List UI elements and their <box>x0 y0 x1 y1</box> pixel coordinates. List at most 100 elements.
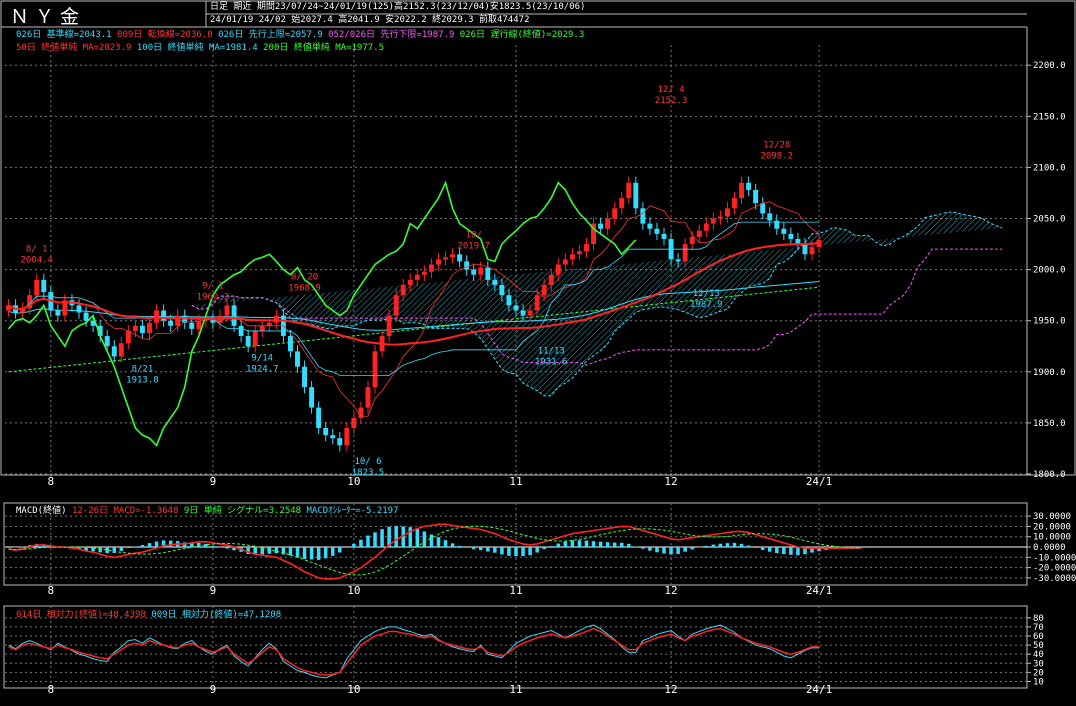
candle-body <box>520 310 526 316</box>
candle-body <box>132 325 138 331</box>
price-y-label: 1850.0 <box>1033 419 1066 429</box>
candle-body <box>661 233 667 239</box>
candle-body <box>147 322 152 333</box>
candle-body <box>41 279 47 293</box>
candle-body <box>541 284 547 296</box>
candle-body <box>189 322 195 329</box>
candle-body <box>513 305 519 311</box>
x-tick-label: 11 <box>509 475 522 488</box>
macd-y-label: -30.0000 <box>1033 574 1076 584</box>
candle-body <box>302 366 308 388</box>
candle-body <box>231 305 237 326</box>
price-annotation: 10/ <box>466 231 482 241</box>
candle-body <box>337 438 343 446</box>
price-annotation: 1968.9 <box>288 283 321 293</box>
candle-body <box>703 223 709 231</box>
candle-body <box>654 228 660 234</box>
candle-body <box>450 254 456 258</box>
macd-y-label: 0.0000 <box>1033 543 1066 553</box>
price-annotation: 8/ 20 <box>291 272 318 282</box>
candle-body <box>414 274 420 280</box>
candle-body <box>309 387 315 408</box>
price-annotation: 1960.2 <box>197 292 230 302</box>
legend1-item-2: 026日 先行上限=2057.9 <box>218 30 329 40</box>
candle-body <box>753 189 759 204</box>
page-title: ＮＹ金 <box>10 6 86 28</box>
rsi-y-label: 10 <box>1033 677 1044 687</box>
header-line2: 24/01/19 24/02 始2027.4 高2041.9 安2022.2 終… <box>210 15 530 25</box>
price-annotation: 1987.9 <box>690 300 723 310</box>
candle-body <box>365 387 371 408</box>
x-tick-label: 9 <box>210 475 217 488</box>
candle-body <box>266 322 272 326</box>
x-tick-label: 10 <box>347 683 360 696</box>
candle-body <box>393 295 399 316</box>
price-annotation: 2004.4 <box>20 255 53 265</box>
macd-y-label: 20.0000 <box>1033 522 1071 532</box>
header-period: 日足 期近 期間23/07/24~24/01/19(125)高2152.3(23… <box>210 2 585 13</box>
price-annotation: 12/ 4 <box>658 85 685 95</box>
legend1-item-0: 026日 基準線=2043.1 <box>16 30 118 40</box>
rsi-legend-item-0: 014日 相対力(終値)=48.4398 <box>16 610 152 620</box>
candle-body <box>154 310 160 323</box>
candle-body <box>428 264 434 272</box>
candle-body <box>739 182 745 199</box>
macd-y-label: 10.0000 <box>1033 533 1071 543</box>
price-annotation: 11/13 <box>538 347 565 357</box>
candle-body <box>781 228 787 234</box>
candle-body <box>534 295 540 311</box>
price-annotation: 8/ 1 <box>26 244 48 254</box>
candle-body <box>386 315 392 337</box>
candle-body <box>802 244 808 255</box>
x-tick-label: 24/1 <box>806 475 833 488</box>
x-tick-label: 8 <box>48 475 55 488</box>
candle-body <box>443 257 448 260</box>
candle-body <box>55 310 61 316</box>
x-tick-label: 9 <box>210 683 217 696</box>
price-annotation: 10/ 6 <box>354 457 381 467</box>
candle-body <box>682 244 688 262</box>
candle-body <box>612 208 618 219</box>
price-annotation: 12/13 <box>693 289 720 299</box>
x-tick-label: 12 <box>664 475 677 488</box>
x-tick-label: 12 <box>664 683 677 696</box>
candle-body <box>548 274 554 285</box>
candle-body <box>259 325 265 331</box>
candle-body <box>83 312 89 321</box>
x-tick-label: 8 <box>48 683 55 696</box>
candle-body <box>139 325 145 333</box>
price-annotation: 2019.7 <box>457 242 490 252</box>
macd-legend-item-0: MACD(終値) <box>16 506 72 516</box>
x-tick-label: 8 <box>48 584 55 597</box>
x-tick-label: 24/1 <box>806 683 833 696</box>
candle-body <box>436 259 441 265</box>
chart-canvas: 8 8 8 9 9 9 10 10 10 11 11 11 12 12 12 24/1 24/1 24/1 1800… <box>0 0 1076 696</box>
candle-body <box>372 351 378 388</box>
candle-body <box>633 182 639 209</box>
price-y-label: 1800.0 <box>1033 470 1066 480</box>
candle-body <box>689 236 695 245</box>
price-annotation: 9/ 1 <box>202 281 224 291</box>
candle-body <box>675 259 681 262</box>
candle-body <box>584 244 589 252</box>
candle-body <box>464 261 470 270</box>
x-tick-label: 12 <box>664 584 677 597</box>
candle-body <box>746 182 752 190</box>
price-annotation: 8/21 <box>132 365 154 375</box>
candle-body <box>760 203 766 214</box>
candle-body <box>640 208 646 224</box>
candle-body <box>104 336 110 347</box>
price-y-label: 2150.0 <box>1033 112 1066 122</box>
rsi-legend: 014日 相対力(終値)=48.4398 009日 相対力(終値)=47.120… <box>16 610 281 621</box>
price-annotation: 1913.8 <box>126 376 159 386</box>
candle-body <box>506 295 512 306</box>
price-annotation: 1823.5 <box>352 468 385 478</box>
rsi-9-line <box>8 624 820 679</box>
candle-body <box>492 279 498 285</box>
macd-y-label: -10.0000 <box>1033 553 1076 563</box>
price-y-label: 2100.0 <box>1033 163 1066 173</box>
candle-body <box>499 284 505 296</box>
legend2-item-1: 100日 終値単純 MA=1981.4 <box>136 43 264 53</box>
macd-legend-item-2: 9日 単純 シグナル=3.2548 <box>183 506 307 516</box>
candle-body <box>224 305 230 316</box>
